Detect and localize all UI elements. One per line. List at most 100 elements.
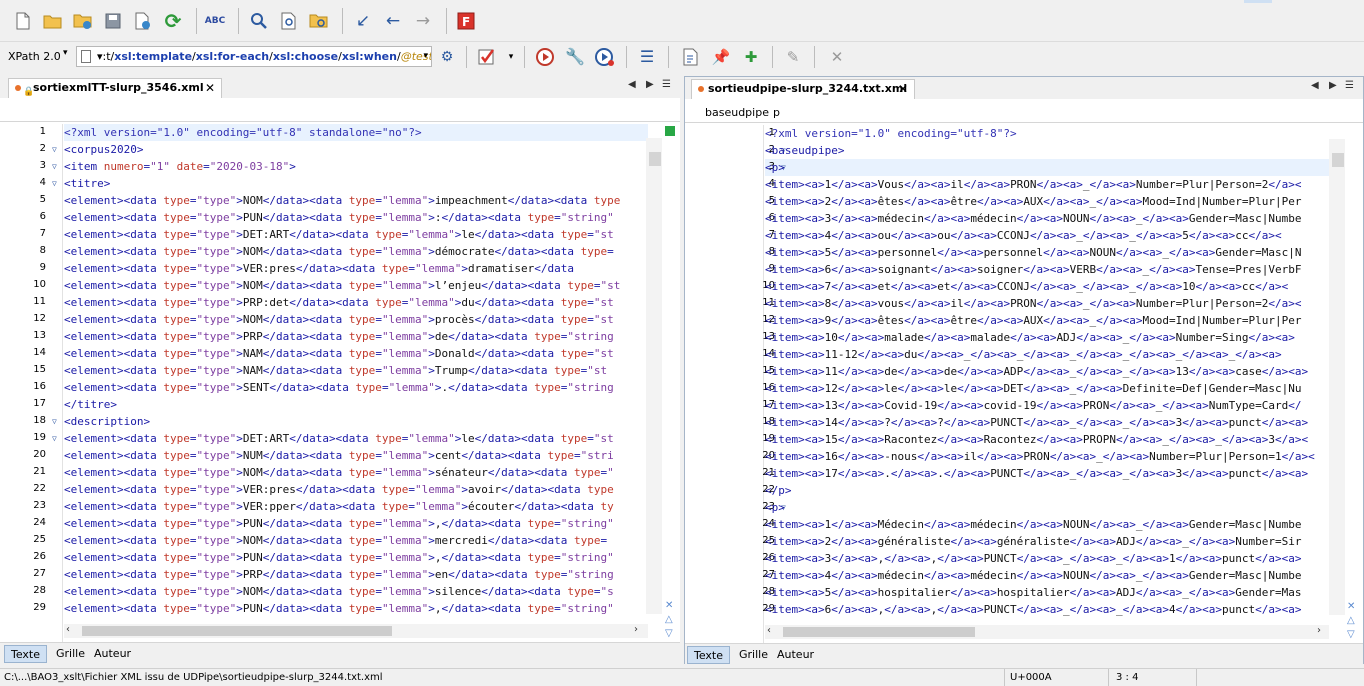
right-code-area[interactable]: 1 <?xml version="1.0" encoding="utf-8"?> 2… (685, 125, 1329, 645)
code-line[interactable]: <element><data type="type">VER:pres</dat… (64, 260, 574, 277)
scroll-left-icon[interactable]: ‹ (767, 625, 771, 636)
code-line[interactable]: <element><data type="type">NOM</data><da… (64, 583, 614, 600)
xpath-settings-icon[interactable]: ⚙ (436, 46, 458, 68)
code-line[interactable]: <item><a>11</a><a>de</a><a>de</a><a>ADP<… (765, 363, 1308, 380)
breadcrumb-p[interactable]: p (773, 106, 780, 119)
find-icon[interactable] (248, 10, 270, 32)
tab-sortiexmltt[interactable]: 🔒 sortiexmlTT-slurp_3546.xml ✕ (8, 78, 222, 98)
xpath-version[interactable]: XPath 2.0 (8, 50, 61, 63)
close-icon[interactable]: ✕ (205, 79, 215, 97)
code-line[interactable]: <element><data type="type">NOM</data><da… (64, 192, 620, 209)
fold-toggle-icon[interactable]: ▽ (52, 162, 57, 171)
code-line[interactable]: <p> (765, 499, 785, 516)
code-line[interactable]: <item><a>15</a><a>Racontez</a><a>Raconte… (765, 431, 1308, 448)
code-line[interactable]: <item><a>16</a><a>-nous</a><a>il</a><a>P… (765, 448, 1315, 465)
code-line[interactable]: <item><a>10</a><a>malade</a><a>malade</a… (765, 329, 1295, 346)
code-line[interactable]: <description> (64, 413, 150, 430)
code-line[interactable]: <item><a>5</a><a>hospitalier</a><a>hospi… (765, 584, 1301, 601)
spell-check-icon[interactable]: ABC (204, 10, 226, 32)
tab-next-icon[interactable]: ▶ (646, 79, 654, 90)
code-line[interactable]: <element><data type="type">PUN</data><da… (64, 515, 614, 532)
scroll-down-icon[interactable]: ▽ (1347, 629, 1355, 640)
code-line[interactable]: <item><a>5</a><a>personnel</a><a>personn… (765, 244, 1301, 261)
code-line[interactable]: <element><data type="type">NAM</data><da… (64, 345, 614, 362)
code-line[interactable]: <item><a>6</a><a>,</a><a>,</a><a>PUNCT</… (765, 601, 1301, 618)
code-line[interactable]: <?xml version="1.0" encoding="utf-8" sta… (64, 124, 422, 141)
validate-dropdown-icon[interactable]: ▾ (500, 46, 522, 68)
code-line[interactable]: <element><data type="type">PUN</data><da… (64, 600, 614, 617)
framework-icon[interactable]: F (455, 10, 477, 32)
code-line[interactable]: <item><a>1</a><a>Médecin</a><a>médecin</… (765, 516, 1301, 533)
xpath-version-dropdown-icon[interactable]: ▾ (63, 48, 68, 58)
code-line[interactable]: <element><data type="type">PRP</data><da… (64, 566, 614, 583)
code-line[interactable]: <baseudpipe> (765, 142, 844, 159)
code-line[interactable]: <item><a>2</a><a>généraliste</a><a>génér… (765, 533, 1301, 550)
expand-all-icon[interactable]: ✕ (665, 600, 673, 611)
left-vertical-scrollbar[interactable] (646, 138, 662, 614)
code-line[interactable]: <item><a>3</a><a>médecin</a><a>médecin</… (765, 210, 1301, 227)
fold-toggle-icon[interactable]: ▽ (52, 417, 57, 426)
left-horizontal-scrollbar[interactable] (64, 624, 648, 638)
code-line[interactable]: <item><a>7</a><a>et</a><a>et</a><a>CCONJ… (765, 278, 1288, 295)
tab-next-icon[interactable]: ▶ (1329, 80, 1337, 91)
code-line[interactable]: <corpus2020> (64, 141, 143, 158)
open-folder-icon[interactable] (42, 10, 64, 32)
xml-tree-icon[interactable] (680, 46, 702, 68)
mode-tab-texte[interactable]: Texte (4, 645, 48, 663)
run-transform-icon[interactable] (534, 46, 556, 68)
code-line[interactable]: <item><a>1</a><a>Vous</a><a>il</a><a>PRO… (765, 176, 1301, 193)
mode-tab-grille[interactable]: Grille (50, 645, 91, 663)
fold-toggle-icon[interactable]: ▽ (52, 179, 57, 188)
save-icon[interactable] (102, 10, 124, 32)
code-line[interactable]: <element><data type="type">NOM</data><da… (64, 277, 620, 294)
code-line[interactable]: <item><a>12</a><a>le</a><a>le</a><a>DET<… (765, 380, 1301, 397)
tab-list-icon[interactable]: ☰ (662, 79, 671, 90)
trace-icon[interactable]: ↙ (352, 10, 374, 32)
right-horizontal-scrollbar[interactable] (765, 625, 1329, 639)
tab-list-icon[interactable]: ☰ (1345, 80, 1354, 91)
right-vertical-scrollbar[interactable] (1329, 139, 1345, 615)
format-indent-icon[interactable]: ☰ (636, 46, 658, 68)
code-line[interactable]: </p> (765, 482, 792, 499)
code-line[interactable]: <item><a>8</a><a>vous</a><a>il</a><a>PRO… (765, 295, 1301, 312)
fold-toggle-icon[interactable]: ▽ (52, 145, 57, 154)
code-line[interactable]: <item><a>6</a><a>soignant</a><a>soigner<… (765, 261, 1301, 278)
forward-icon[interactable]: → (412, 10, 434, 32)
code-line[interactable]: <item numero="1" date="2020-03-18"> (64, 158, 296, 175)
fold-toggle-icon[interactable]: ▽ (52, 434, 57, 443)
mode-tab-texte[interactable]: Texte (687, 646, 731, 664)
open-url-icon[interactable] (72, 10, 94, 32)
back-icon[interactable]: ← (382, 10, 404, 32)
code-line[interactable]: <item><a>14</a><a>?</a><a>?</a><a>PUNCT<… (765, 414, 1308, 431)
code-line[interactable]: <element><data type="type">NOM</data><da… (64, 532, 607, 549)
code-line[interactable]: <item><a>11-12</a><a>du</a><a>_</a><a>_<… (765, 346, 1282, 363)
open-find-icon[interactable] (308, 10, 330, 32)
save-all-icon[interactable] (132, 10, 154, 32)
debug-transform-icon[interactable] (594, 46, 616, 68)
tab-prev-icon[interactable]: ◀ (628, 79, 636, 90)
scroll-up-icon[interactable]: △ (1347, 615, 1355, 626)
code-line[interactable]: <element><data type="type">DET:ART</data… (64, 226, 614, 243)
expand-all-icon[interactable]: ✕ (1347, 601, 1355, 612)
code-line[interactable]: <element><data type="type">SENT</data><d… (64, 379, 614, 396)
code-line[interactable]: <element><data type="type">NUM</data><da… (64, 447, 614, 464)
code-line[interactable]: <item><a>9</a><a>êtes</a><a>être</a><a>A… (765, 312, 1301, 329)
find-in-files-icon[interactable] (278, 10, 300, 32)
mode-tab-grille[interactable]: Grille (733, 646, 774, 664)
mode-tab-auteur[interactable]: Auteur (771, 646, 820, 664)
scroll-left-icon[interactable]: ‹ (66, 624, 70, 635)
code-line[interactable]: <element><data type="type">NAM</data><da… (64, 362, 607, 379)
pin-green-icon[interactable]: ✚ (740, 46, 762, 68)
scroll-right-icon[interactable]: › (1317, 625, 1321, 636)
code-line[interactable]: <p> (765, 159, 785, 176)
pin-red-icon[interactable]: 📌 (710, 46, 732, 68)
code-line[interactable]: <item><a>13</a><a>Covid-19</a><a>covid-1… (765, 397, 1301, 414)
code-line[interactable]: <item><a>4</a><a>ou</a><a>ou</a><a>CCONJ… (765, 227, 1282, 244)
code-line[interactable]: <element><data type="type">NOM</data><da… (64, 464, 614, 481)
scroll-up-icon[interactable]: △ (665, 614, 673, 625)
new-file-icon[interactable] (12, 10, 34, 32)
code-line[interactable]: <element><data type="type">PUN</data><da… (64, 209, 614, 226)
code-line[interactable]: <titre> (64, 175, 110, 192)
configure-transform-icon[interactable]: 🔧 (564, 46, 586, 68)
code-line[interactable]: <element><data type="type">DET:ART</data… (64, 430, 614, 447)
